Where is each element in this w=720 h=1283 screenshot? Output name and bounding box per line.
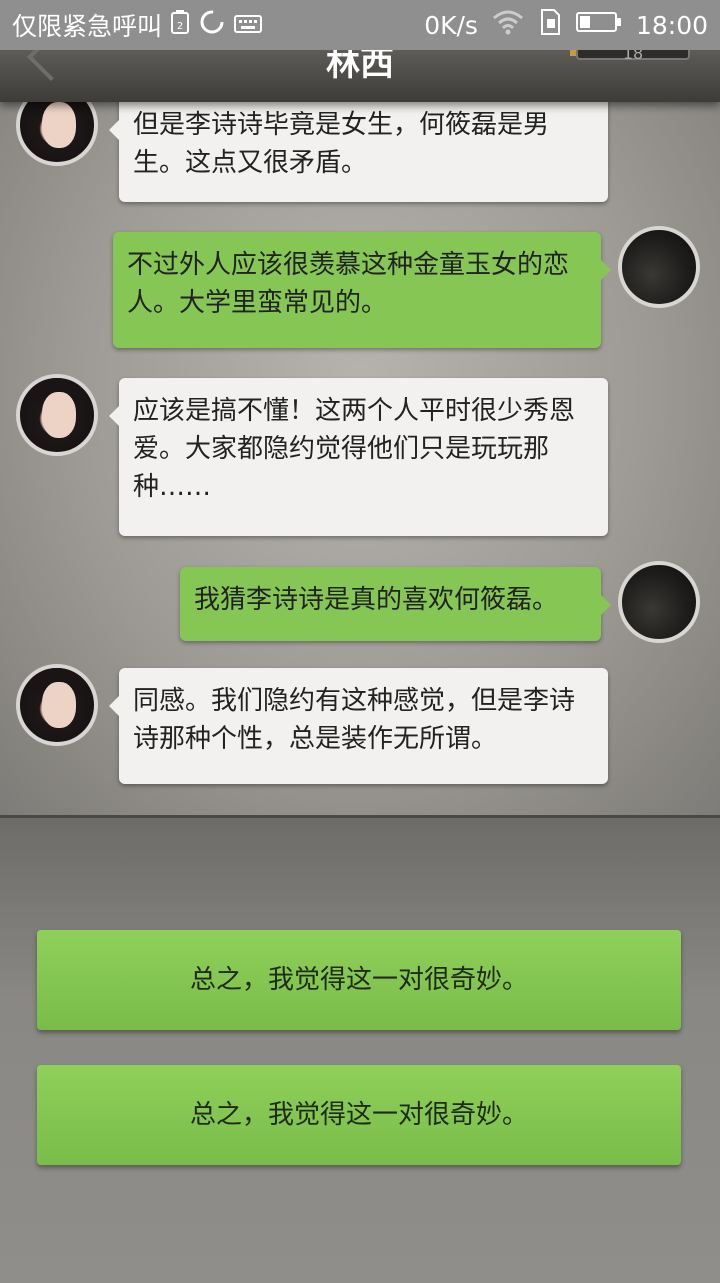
choice-button[interactable]: 总之，我觉得这一对很奇妙。: [37, 1065, 681, 1165]
girl-avatar: [16, 100, 98, 166]
girl-avatar: [16, 664, 98, 746]
chat-header: 林西 18: [0, 50, 720, 102]
battery-icon: [575, 10, 622, 40]
network-speed: 0K/s: [424, 10, 478, 40]
keyboard-icon: [234, 11, 263, 40]
sync-icon: [198, 8, 226, 42]
girl-avatar: [16, 374, 98, 456]
message-text: 同感。我们隐约有这种感觉，但是李诗诗那种个性，总是装作无所谓。: [133, 686, 576, 754]
message-text: 我猜李诗诗是真的喜欢何筱磊。: [194, 585, 559, 615]
message-text: 不过外人应该很羡慕这种金童玉女的恋人。大学里蛮常见的。: [127, 250, 570, 318]
message-text: 应该是搞不懂！这两个人平时很少秀恩爱。大家都隐约觉得他们只是玩玩那种……: [133, 396, 576, 502]
player-avatar: [618, 226, 700, 308]
player-avatar: [618, 561, 700, 643]
message-text: 但是李诗诗毕竟是女生，何筱磊是男生。这点又很矛盾。: [133, 110, 550, 178]
wifi-icon: [492, 9, 524, 41]
svg-text:2: 2: [177, 21, 183, 32]
carrier-text: 仅限紧急呼叫: [12, 12, 163, 41]
chat-area[interactable]: 但是李诗诗毕竟是女生，何筱磊是男生。这点又很矛盾。 不过外人应该很羡慕这种金童玉…: [0, 100, 720, 815]
message-bubble-right: 我猜李诗诗是真的喜欢何筱磊。: [180, 567, 611, 641]
message-bubble-left: 应该是搞不懂！这两个人平时很少秀恩爱。大家都隐约觉得他们只是玩玩那种……: [109, 378, 608, 536]
sim-icon: 2: [170, 9, 190, 41]
status-bar: 仅限紧急呼叫 2 0K/s 18:00: [0, 0, 720, 50]
message-bubble-left: 同感。我们隐约有这种感觉，但是李诗诗那种个性，总是装作无所谓。: [109, 668, 608, 784]
sim-card-icon: [538, 8, 562, 42]
counter-badge: 18: [576, 50, 690, 63]
choice-button[interactable]: 总之，我觉得这一对很奇妙。: [37, 930, 681, 1030]
choice-panel: 总之，我觉得这一对很奇妙。 总之，我觉得这一对很奇妙。: [0, 815, 720, 1283]
message-bubble-left: 但是李诗诗毕竟是女生，何筱磊是男生。这点又很矛盾。: [109, 100, 608, 202]
clock: 18:00: [635, 10, 708, 40]
message-bubble-right: 不过外人应该很羡慕这种金童玉女的恋人。大学里蛮常见的。: [113, 232, 611, 348]
